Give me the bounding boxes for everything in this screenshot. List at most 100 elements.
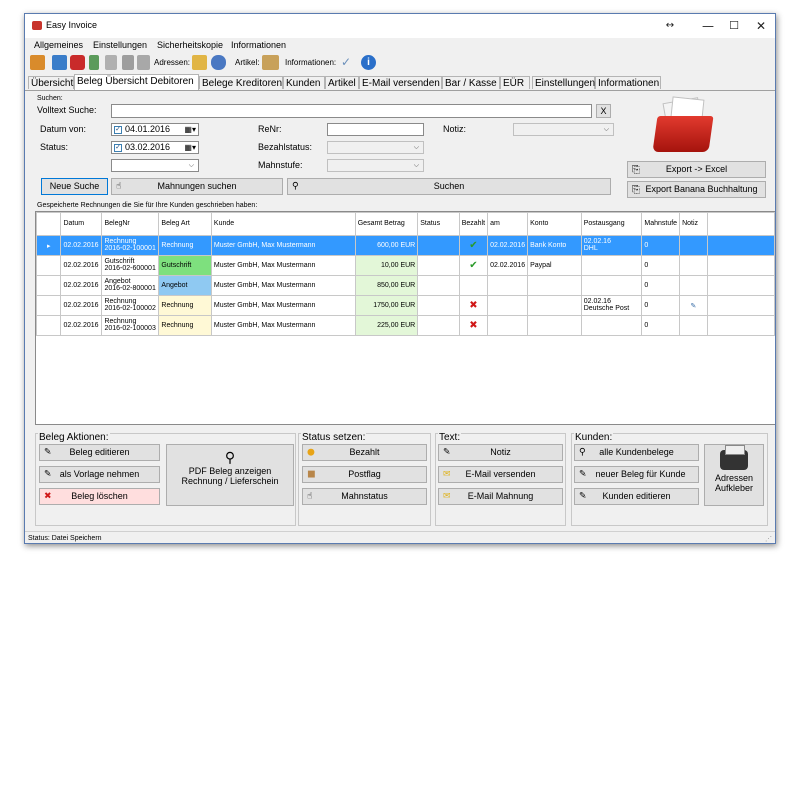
renr-input[interactable] — [327, 123, 424, 136]
bezahlstatus-combo[interactable]: ⌵ — [327, 141, 424, 154]
bezahlt-button[interactable]: ● Bezahlt — [302, 444, 427, 461]
wrench-icon[interactable] — [105, 55, 117, 70]
notiz-combo[interactable]: ⌵ — [513, 123, 614, 136]
documents-icon[interactable] — [137, 55, 150, 70]
calendar-dropdown-icon[interactable]: ▦▾ — [184, 142, 196, 153]
table-row[interactable]: 02.02.2016 Rechnung 2016-02-100003 Rechnung… — [36, 315, 775, 336]
note-icon[interactable]: ✎ — [691, 302, 697, 310]
neue-suche-button[interactable]: Neue Suche — [41, 178, 108, 195]
tab-einstellungen[interactable]: Einstellungen — [532, 76, 595, 89]
menu-informationen[interactable]: Informationen — [231, 40, 286, 50]
tab-beleg-uebersicht-debitoren[interactable]: Beleg Übersicht Debitoren — [74, 74, 199, 90]
alle-kundenbelege-button[interactable]: ⚲ alle Kundenbelege — [574, 444, 699, 461]
datum-von-checkbox[interactable]: ✓ — [114, 126, 122, 134]
status-date-picker[interactable]: ✓ 03.02.2016 ▦▾ — [111, 141, 199, 154]
email-versenden-button[interactable]: ✉ E-Mail versenden — [438, 466, 563, 483]
table-row[interactable]: 02.02.2016 Gutschrift 2016-02-600001 Gutsch… — [36, 255, 775, 276]
export-banana-button[interactable]: ⎘ Export Banana Buchhaltung — [627, 181, 766, 198]
cell-am — [487, 315, 529, 336]
menu-allgemeines[interactable]: Allgemeines — [34, 40, 83, 50]
tab-belege-kreditoren[interactable]: Belege Kreditoren — [199, 76, 283, 89]
cell-konto — [527, 275, 582, 296]
folder-icon[interactable] — [70, 55, 85, 70]
mahnstatus-button[interactable]: ☝ Mahnstatus — [302, 488, 427, 505]
address-book-icon[interactable] — [192, 55, 207, 70]
beleg-editieren-button[interactable]: ✎ Beleg editieren — [39, 444, 160, 461]
datum-von-picker[interactable]: ✓ 04.01.2016 ▦▾ — [111, 123, 199, 136]
als-vorlage-button[interactable]: ✎ als Vorlage nehmen — [39, 466, 160, 483]
status-date-checkbox[interactable]: ✓ — [114, 144, 122, 152]
grid-caption: Gespeicherte Rechnungen die Sie für Ihre… — [37, 202, 258, 209]
tab-email-versenden[interactable]: E-Mail versenden — [359, 76, 442, 89]
tab-kunden[interactable]: Kunden — [283, 76, 325, 89]
col-header-postausgang[interactable]: Postausgang — [580, 212, 643, 236]
tab-bar-kasse[interactable]: Bar / Kasse — [442, 76, 500, 89]
beleg-loeschen-button[interactable]: ✖ Beleg löschen — [39, 488, 160, 505]
table-row[interactable]: ▸ 02.02.2016 Rechnung 2016-02-100001 Rechnun… — [36, 235, 775, 256]
pencil-icon: ✎ — [44, 469, 52, 479]
col-header-bezahlt[interactable]: Bezahlt — [458, 212, 489, 236]
exit-icon[interactable] — [30, 55, 45, 70]
table-row[interactable]: 02.02.2016 Angebot 2016-02-800001 Angebot Mu… — [36, 275, 775, 296]
menu-einstellungen[interactable]: Einstellungen — [93, 40, 147, 50]
postausgang-carrier-text: Deutsche Post — [583, 305, 630, 312]
col-header-belegart[interactable]: Beleg Art — [158, 212, 212, 236]
stethoscope-icon[interactable]: ✓ — [341, 55, 356, 70]
clear-search-button[interactable]: X — [596, 104, 611, 118]
col-header-belegnr[interactable]: BelegNr — [101, 212, 160, 236]
articles-box-icon[interactable] — [262, 55, 279, 70]
cell-betrag: 1750,00 EUR — [354, 295, 419, 316]
cell-empty — [706, 255, 775, 276]
col-header-betrag[interactable]: Gesamt Betrag — [354, 212, 419, 236]
bezahlt-label: Bezahlt — [349, 447, 380, 457]
pdf-beleg-anzeigen-button[interactable]: ⚲ PDF Beleg anzeigen Rechnung / Liefersc… — [166, 444, 294, 506]
unpaid-cross-icon: ✖ — [469, 300, 478, 311]
mahnungen-suchen-button[interactable]: ☝ Mahnungen suchen — [111, 178, 283, 195]
postflag-button[interactable]: ■ Postflag — [302, 466, 427, 483]
adressen-label-2: Aufkleber — [714, 483, 754, 493]
col-header-notiz[interactable]: Notiz — [679, 212, 708, 236]
resize-grip-icon[interactable]: ⋰ — [765, 535, 772, 543]
paper-icon[interactable] — [122, 55, 134, 70]
tab-artikel[interactable]: Artikel — [325, 76, 359, 89]
col-header-mahnstufe[interactable]: Mahnstufe — [641, 212, 681, 236]
col-header-status[interactable]: Status — [417, 212, 460, 236]
col-header-kunde[interactable]: Kunde — [210, 212, 356, 236]
search-section-label: Suchen: — [37, 95, 63, 102]
cell-belegnr: Rechnung 2016-02-100002 — [101, 295, 160, 316]
mahnstufe-combo[interactable]: ⌵ — [327, 159, 424, 172]
status-combo[interactable]: ⌵ — [111, 159, 199, 172]
calendar-dropdown-icon[interactable]: ▦▾ — [184, 124, 196, 135]
adressen-aufkleber-button[interactable]: Adressen Aufkleber — [704, 444, 764, 506]
col-header-am[interactable]: am — [487, 212, 529, 236]
neuer-beleg-kunde-button[interactable]: ✎ neuer Beleg für Kunde — [574, 466, 699, 483]
email-mahnung-button[interactable]: ✉ E-Mail Mahnung — [438, 488, 563, 505]
info-icon[interactable]: i — [361, 55, 376, 70]
home-icon[interactable] — [52, 55, 67, 70]
kunden-editieren-button[interactable]: ✎ Kunden editieren — [574, 488, 699, 505]
title-bar: Easy Invoice ↔ — ☐ ✕ — [25, 14, 775, 38]
table-row[interactable]: 02.02.2016 Rechnung 2016-02-100002 Rechnung… — [36, 295, 775, 316]
maximize-button[interactable]: ☐ — [719, 18, 749, 34]
tab-informationen[interactable]: Informationen — [595, 76, 661, 89]
col-header-datum[interactable]: Datum — [60, 212, 103, 236]
datum-von-value: 04.01.2016 — [125, 124, 171, 134]
col-header-konto[interactable]: Konto — [527, 212, 582, 236]
belegnr-type-text: Rechnung — [104, 318, 137, 325]
tab-uebersicht[interactable]: Übersicht — [28, 76, 74, 89]
export-excel-button[interactable]: ⎘ Export -> Excel — [627, 161, 766, 178]
volltext-search-input[interactable] — [111, 104, 592, 118]
coin-icon: ● — [307, 447, 315, 457]
users-icon[interactable] — [211, 55, 226, 70]
cell-bezahlt — [458, 275, 489, 296]
tools-icon[interactable] — [89, 55, 99, 70]
double-arrow-icon[interactable]: ↔ — [655, 18, 685, 34]
tab-euer[interactable]: EÜR — [500, 76, 530, 89]
suchen-button[interactable]: ⚲ Suchen — [287, 178, 611, 195]
close-button[interactable]: ✕ — [746, 18, 775, 34]
betrag-text: 600,00 EUR — [377, 242, 416, 249]
notiz-button[interactable]: ✎ Notiz — [438, 444, 563, 461]
menu-sicherheitskopie[interactable]: Sicherheitskopie — [157, 40, 223, 50]
belege-grid[interactable]: Datum BelegNr Beleg Art Kunde Gesamt Bet… — [35, 211, 775, 425]
belegart-text: Angebot — [161, 282, 188, 289]
